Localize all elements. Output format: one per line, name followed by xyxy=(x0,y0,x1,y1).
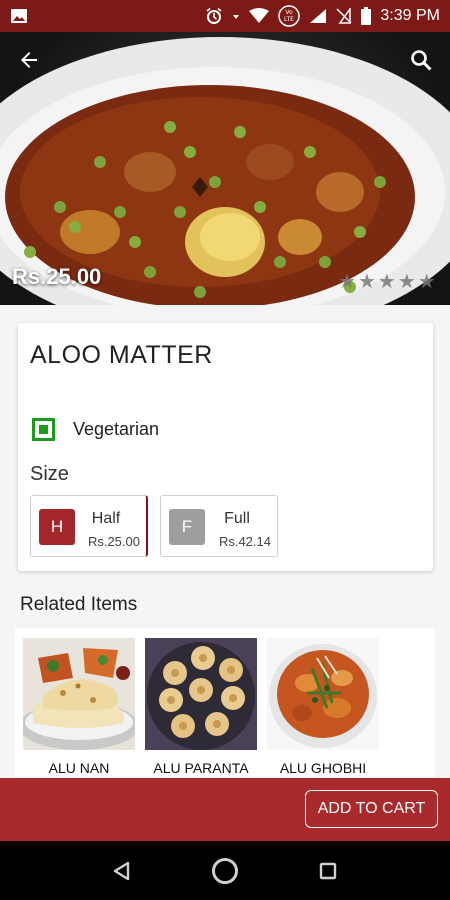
wifi-icon xyxy=(249,8,270,23)
nav-recents-button[interactable] xyxy=(308,851,348,891)
star-icon: ★ xyxy=(377,271,396,293)
related-item-alu-paranta[interactable]: ALU PARANTA xyxy=(145,638,259,776)
alarm-icon xyxy=(206,7,222,24)
size-badge-half: H xyxy=(39,509,75,545)
svg-text:Vo: Vo xyxy=(286,9,294,16)
diet-indicator: Vegetarian xyxy=(32,418,159,441)
star-icon: ★ xyxy=(397,271,416,293)
data-arrows-icon xyxy=(233,15,240,19)
svg-text:LTE: LTE xyxy=(284,16,294,23)
star-icon: ★ xyxy=(417,271,436,293)
related-item-alu-ghobhi[interactable]: ALU GHOBHI xyxy=(267,638,381,776)
bottom-action-bar: ADD TO CART xyxy=(0,778,450,841)
rating-stars[interactable]: ★ ★ ★ ★ ★ xyxy=(338,272,436,292)
related-item-name: ALU NAN xyxy=(48,760,110,776)
size-price: Rs.42.14 xyxy=(218,534,271,549)
no-sim-icon xyxy=(336,8,352,24)
star-icon: ★ xyxy=(338,271,356,293)
related-item-image xyxy=(145,638,257,750)
volte-icon: VoLTE xyxy=(278,5,301,27)
star-icon: ★ xyxy=(357,271,376,293)
status-time: 3:39 PM xyxy=(380,7,440,24)
related-item-image xyxy=(267,638,379,750)
hero-toolbar xyxy=(0,32,450,88)
nav-back-button[interactable] xyxy=(102,851,142,891)
related-items-list: ALU NAN ALU PARANTA ALU GHOBHI xyxy=(15,628,435,788)
related-item-alu-nan[interactable]: ALU NAN xyxy=(23,638,137,776)
back-button[interactable] xyxy=(14,45,44,75)
search-button[interactable] xyxy=(406,45,436,75)
recents-square-icon xyxy=(320,862,337,879)
size-option-half[interactable]: H Half Rs.25.00 xyxy=(30,495,148,557)
status-bar: Vo LTE 3:39 PM xyxy=(0,0,450,32)
price-overlay: Rs.25.00 xyxy=(12,264,102,289)
size-badge-full: F xyxy=(169,509,205,545)
system-nav-bar xyxy=(0,841,450,900)
home-circle-icon xyxy=(211,857,238,884)
size-name: Half xyxy=(91,510,121,527)
product-detail-screen: Vo LTE 3:39 PM Rs.25.00 ★ ★ ★ ★ ★ ALOO M… xyxy=(0,0,450,900)
related-item-name: ALU PARANTA xyxy=(153,760,249,776)
product-hero-image: Rs.25.00 ★ ★ ★ ★ ★ xyxy=(0,32,450,305)
related-item-image xyxy=(23,638,135,750)
size-price: Rs.25.00 xyxy=(87,534,140,549)
related-items-title: Related Items xyxy=(20,594,138,615)
search-icon xyxy=(411,50,432,71)
size-option-full[interactable]: F Full Rs.42.14 xyxy=(160,495,278,557)
arrow-back-icon xyxy=(21,52,37,68)
nav-home-button[interactable] xyxy=(205,851,245,891)
product-name: ALOO MATTER xyxy=(30,341,213,369)
size-label: Size xyxy=(30,463,69,485)
battery-icon xyxy=(361,7,372,25)
image-icon xyxy=(11,9,27,23)
product-details-card: ALOO MATTER Vegetarian Size H Half Rs.25… xyxy=(18,323,433,571)
signal-icon xyxy=(310,9,327,23)
add-to-cart-button[interactable]: ADD TO CART xyxy=(305,790,438,828)
back-triangle-icon xyxy=(113,861,129,880)
size-name: Full xyxy=(224,510,250,527)
diet-label: Vegetarian xyxy=(73,419,160,439)
related-item-name: ALU GHOBHI xyxy=(279,760,367,776)
veg-icon xyxy=(32,418,55,441)
